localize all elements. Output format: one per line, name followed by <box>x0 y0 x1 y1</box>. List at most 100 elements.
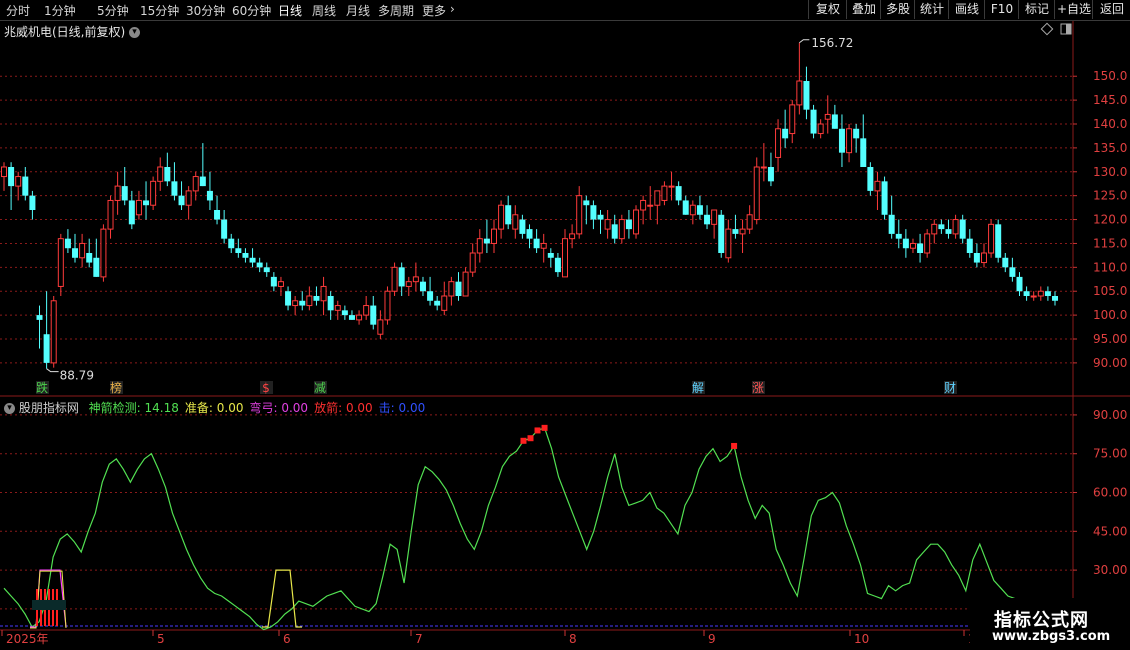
indicator-legend-item: 击: 0.00 <box>379 401 426 415</box>
candle-body-up <box>100 228 107 278</box>
candle-body-up <box>334 305 341 311</box>
candle-body-down <box>263 267 270 273</box>
candle-body-down <box>121 186 128 201</box>
candle-body-up <box>661 185 668 201</box>
candle-body-down <box>483 238 490 244</box>
candle-body-up <box>562 238 569 278</box>
candle-body-up <box>320 285 327 302</box>
candle-body-down <box>860 138 867 167</box>
candle-body-up <box>441 295 448 311</box>
candle-body-down <box>1044 291 1051 296</box>
low-marker <box>46 368 59 373</box>
event-tag[interactable]: 减 <box>314 381 326 395</box>
candle-body-down <box>881 181 888 215</box>
diamond-icon[interactable] <box>1040 22 1054 36</box>
event-tag[interactable]: $ <box>262 381 270 395</box>
candle-body-down <box>973 253 980 263</box>
candle-body-down <box>554 257 561 273</box>
price-tick-label: 95.00 <box>1093 332 1127 346</box>
candle-body-down <box>427 291 434 301</box>
candle-body-up <box>476 238 483 254</box>
candle-body-up <box>412 276 419 283</box>
candle-body-down <box>171 181 178 196</box>
panel-toggle-icon-fill <box>1066 24 1071 34</box>
candle-body-down <box>611 224 618 239</box>
price-tick-label: 125.0 <box>1093 189 1127 203</box>
candle-body-down <box>583 200 590 206</box>
ready-curve <box>262 569 302 628</box>
legend-label: 放箭: <box>314 401 343 415</box>
candle-body-down <box>945 229 952 234</box>
event-tag[interactable]: 跌 <box>36 380 48 395</box>
candle-body-down <box>526 229 533 239</box>
candle-body-up <box>931 223 938 235</box>
candle-body-down <box>249 257 256 263</box>
candle-body-down <box>72 248 79 258</box>
high-marker <box>799 39 810 44</box>
legend-label: 准备: <box>184 401 213 415</box>
candle-body-down <box>938 224 945 230</box>
signal-dot <box>520 437 527 444</box>
price-tick-label: 115.0 <box>1093 236 1127 250</box>
candle-body-up <box>363 305 370 316</box>
candle-body-down <box>782 128 789 139</box>
candle-body-up <box>988 223 995 254</box>
candle-body-down <box>718 214 725 253</box>
price-tick-label: 105.0 <box>1093 284 1127 298</box>
candle-body-up <box>277 281 284 287</box>
candle-body-up <box>1037 290 1044 297</box>
candle-body-up <box>760 166 767 169</box>
candle-body-up <box>292 300 299 307</box>
candle-body-down <box>348 315 355 320</box>
candle-body-down <box>597 214 604 220</box>
chevron-down-icon[interactable]: ▾ <box>4 403 15 414</box>
event-tag[interactable]: 财 <box>944 381 956 395</box>
chevron-down-icon[interactable]: ▾ <box>129 27 141 38</box>
candle-body-up <box>490 228 497 244</box>
candle-body-down <box>831 114 838 129</box>
candle-body-up <box>604 219 611 230</box>
candle-body-up <box>640 199 647 211</box>
indicator-legend-item: 神箭检测: 14.18 <box>89 401 179 415</box>
candle-body-down <box>853 128 860 139</box>
stock-title: 兆威机电(日线,前复权) <box>4 25 126 39</box>
candle-body-up <box>448 281 455 297</box>
candle-body-down <box>178 195 185 206</box>
candle-body-down <box>22 176 29 196</box>
event-tag[interactable]: 榜 <box>110 380 122 395</box>
candle-body-down <box>398 267 405 287</box>
candle-body-up <box>711 209 718 225</box>
candle-body-up <box>980 252 987 264</box>
event-tag[interactable]: 涨 <box>752 380 764 395</box>
price-tick-label: 90.00 <box>1093 356 1127 370</box>
candle-body-up <box>462 271 469 297</box>
candle-body-down <box>86 253 93 263</box>
stock-chart[interactable]: 150.0 145.0 140.0 135.0 130.0 125.0 120.0 115.0… <box>0 0 1130 650</box>
candle-body-down <box>1052 296 1058 301</box>
time-tick-label: 6 <box>283 632 291 646</box>
arrow-label-bg <box>32 600 66 610</box>
candle-body-down <box>1002 257 1009 268</box>
candle-body-up <box>50 300 57 364</box>
event-tag[interactable]: 解 <box>692 381 704 395</box>
candle-body-down <box>242 253 249 258</box>
legend-label: 弯弓: <box>249 401 278 415</box>
candle-body-up <box>817 123 824 135</box>
candle-body-down <box>327 296 334 311</box>
watermark-url: www.zbgs3.com <box>992 629 1111 644</box>
price-tick-label: 135.0 <box>1093 141 1127 155</box>
candle-body-up <box>391 266 398 292</box>
candle-body-up <box>647 204 654 207</box>
signal-dot <box>534 427 541 434</box>
candle-body-down <box>235 248 242 253</box>
time-tick-label: 7 <box>415 632 423 646</box>
candle-body-down <box>285 291 292 306</box>
price-tick-label: 130.0 <box>1093 165 1127 179</box>
candle-body-up <box>576 195 583 235</box>
candle-body-up <box>15 176 22 187</box>
candle-body-down <box>434 300 441 306</box>
candle-body-up <box>846 128 853 154</box>
candle-body-down <box>810 109 817 134</box>
candle-body-down <box>419 281 426 292</box>
candle-body-down <box>682 200 689 215</box>
